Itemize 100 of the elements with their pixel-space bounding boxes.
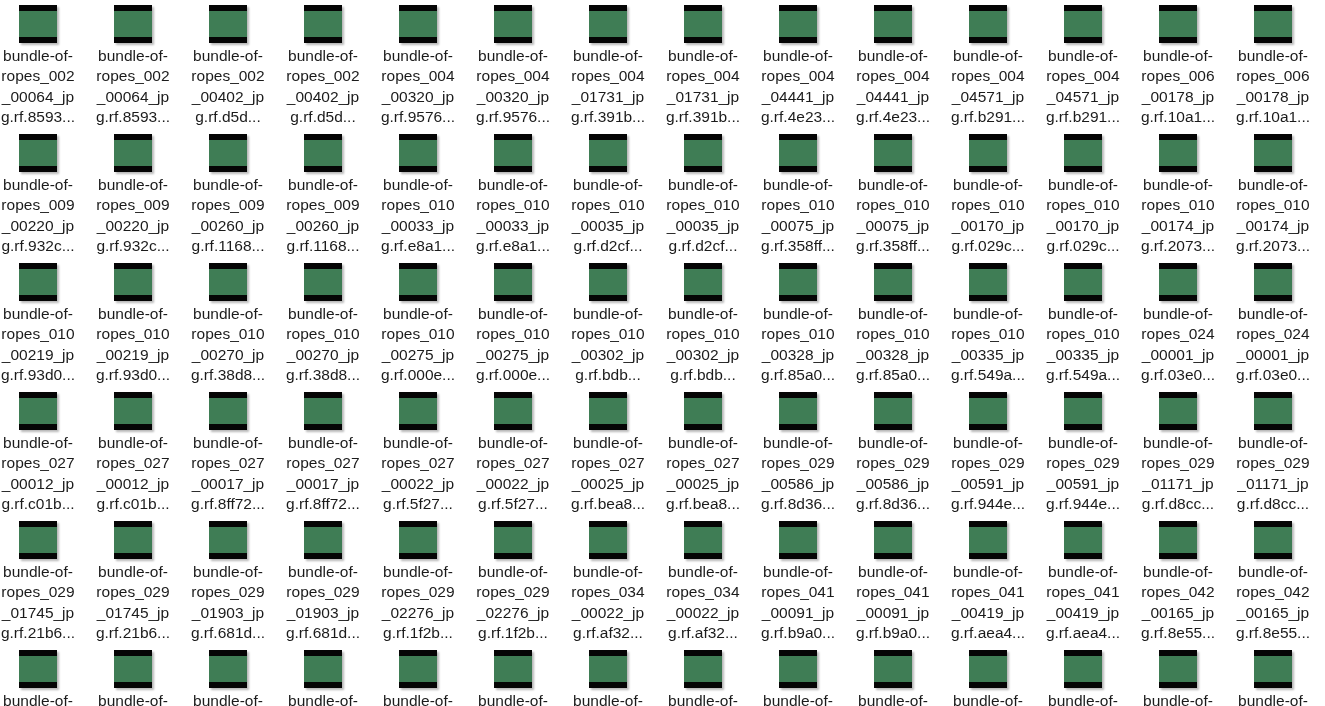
photo-placeholder[interactable]	[779, 392, 817, 430]
photo-placeholder[interactable]	[779, 5, 817, 43]
photo-placeholder[interactable]	[1254, 134, 1292, 172]
photo-placeholder[interactable]	[304, 263, 342, 301]
photo-placeholder[interactable]	[1254, 650, 1292, 688]
photo-placeholder[interactable]	[209, 392, 247, 430]
photo-placeholder[interactable]	[399, 263, 437, 301]
photo-placeholder[interactable]	[114, 650, 152, 688]
photo-placeholder[interactable]	[1064, 5, 1102, 43]
file-name[interactable]: bundle-of- ropes_010 _00275_jp g.rf.000e...	[380, 304, 456, 386]
file-name[interactable]: bundle-of- ropes_002 _00064_jp g.rf.8593...	[0, 46, 76, 128]
file-name[interactable]: bundle-of- ropes_010 _00174_jp g.rf.2073...	[1235, 175, 1311, 257]
file-name[interactable]: bundle-of-	[288, 691, 358, 706]
photo-placeholder[interactable]	[874, 134, 912, 172]
file-name[interactable]: bundle-of- ropes_027 _00025_jp g.rf.bea8...	[570, 433, 646, 515]
photo-placeholder[interactable]	[684, 263, 722, 301]
file-name[interactable]: bundle-of- ropes_004 _01731_jp g.rf.391b...	[665, 46, 741, 128]
file-name[interactable]: bundle-of- ropes_029 _01171_jp g.rf.d8cc...	[1236, 433, 1310, 515]
photo-placeholder[interactable]	[19, 263, 57, 301]
file-name[interactable]: bundle-of- ropes_027 _00017_jp g.rf.8ff72...	[286, 433, 360, 515]
file-name[interactable]: bundle-of- ropes_029 _00591_jp g.rf.944e...	[1045, 433, 1121, 515]
photo-placeholder[interactable]	[874, 392, 912, 430]
file-name[interactable]: bundle-of-	[668, 691, 738, 706]
photo-placeholder[interactable]	[874, 5, 912, 43]
photo-placeholder[interactable]	[589, 5, 627, 43]
photo-placeholder[interactable]	[684, 650, 722, 688]
photo-placeholder[interactable]	[114, 392, 152, 430]
file-name[interactable]: bundle-of- ropes_041 _00419_jp g.rf.aea4...	[1045, 562, 1121, 644]
photo-placeholder[interactable]	[19, 650, 57, 688]
photo-placeholder[interactable]	[494, 650, 532, 688]
file-name[interactable]: bundle-of- ropes_027 _00017_jp g.rf.8ff72...	[191, 433, 265, 515]
file-name[interactable]: bundle-of- ropes_004 _00320_jp g.rf.9576...	[475, 46, 551, 128]
photo-placeholder[interactable]	[494, 134, 532, 172]
file-name[interactable]: bundle-of-	[1048, 691, 1118, 706]
file-name[interactable]: bundle-of- ropes_010 _00075_jp g.rf.358ff...	[761, 175, 835, 257]
file-name[interactable]: bundle-of-	[1238, 691, 1308, 706]
photo-placeholder[interactable]	[779, 521, 817, 559]
photo-placeholder[interactable]	[969, 521, 1007, 559]
photo-placeholder[interactable]	[1254, 392, 1292, 430]
photo-placeholder[interactable]	[1254, 5, 1292, 43]
photo-placeholder[interactable]	[304, 5, 342, 43]
photo-placeholder[interactable]	[1064, 263, 1102, 301]
photo-placeholder[interactable]	[399, 5, 437, 43]
photo-placeholder[interactable]	[304, 392, 342, 430]
file-name[interactable]: bundle-of- ropes_029 _02276_jp g.rf.1f2b...	[476, 562, 550, 644]
file-name[interactable]: bundle-of- ropes_009 _00260_jp g.rf.1168...	[286, 175, 360, 257]
file-name[interactable]: bundle-of- ropes_010 _00170_jp g.rf.029c...	[1046, 175, 1120, 257]
photo-placeholder[interactable]	[399, 521, 437, 559]
file-name[interactable]: bundle-of- ropes_002 _00402_jp g.rf.d5d...	[191, 46, 265, 128]
photo-placeholder[interactable]	[494, 521, 532, 559]
file-name[interactable]: bundle-of-	[763, 691, 833, 706]
file-name[interactable]: bundle-of-	[858, 691, 928, 706]
file-name[interactable]: bundle-of- ropes_010 _00275_jp g.rf.000e...	[475, 304, 551, 386]
file-name[interactable]: bundle-of- ropes_010 _00033_jp g.rf.e8a1...	[475, 175, 551, 257]
file-name[interactable]: bundle-of-	[383, 691, 453, 706]
photo-placeholder[interactable]	[209, 5, 247, 43]
file-name[interactable]: bundle-of- ropes_010 _00335_jp g.rf.549a...	[950, 304, 1026, 386]
file-name[interactable]: bundle-of- ropes_010 _00170_jp g.rf.029c...	[951, 175, 1025, 257]
file-name[interactable]: bundle-of- ropes_009 _00220_jp g.rf.932c...	[1, 175, 75, 257]
photo-placeholder[interactable]	[684, 521, 722, 559]
file-name[interactable]: bundle-of- ropes_029 _01745_jp g.rf.21b6...	[95, 562, 171, 644]
photo-placeholder[interactable]	[779, 263, 817, 301]
photo-placeholder[interactable]	[1159, 263, 1197, 301]
file-name[interactable]: bundle-of- ropes_010 _00328_jp g.rf.85a0...	[760, 304, 836, 386]
file-name[interactable]: bundle-of- ropes_010 _00302_jp g.rf.bdb...	[666, 304, 740, 386]
photo-placeholder[interactable]	[114, 5, 152, 43]
photo-placeholder[interactable]	[874, 650, 912, 688]
photo-placeholder[interactable]	[874, 521, 912, 559]
file-name[interactable]: bundle-of-	[478, 691, 548, 706]
photo-placeholder[interactable]	[494, 5, 532, 43]
photo-placeholder[interactable]	[684, 392, 722, 430]
file-name[interactable]: bundle-of-	[573, 691, 643, 706]
photo-placeholder[interactable]	[589, 263, 627, 301]
file-name[interactable]: bundle-of-	[1143, 691, 1213, 706]
file-name[interactable]: bundle-of-	[98, 691, 168, 706]
file-name[interactable]: bundle-of- ropes_004 _04441_jp g.rf.4e23...	[855, 46, 931, 128]
photo-placeholder[interactable]	[969, 134, 1007, 172]
file-name[interactable]: bundle-of- ropes_010 _00219_jp g.rf.93d0...	[0, 304, 76, 386]
photo-placeholder[interactable]	[399, 392, 437, 430]
file-name[interactable]: bundle-of- ropes_010 _00075_jp g.rf.358ff...	[856, 175, 930, 257]
photo-placeholder[interactable]	[114, 263, 152, 301]
photo-placeholder[interactable]	[589, 392, 627, 430]
photo-placeholder[interactable]	[19, 5, 57, 43]
file-name[interactable]: bundle-of- ropes_010 _00328_jp g.rf.85a0...	[855, 304, 931, 386]
file-name[interactable]: bundle-of- ropes_027 _00022_jp g.rf.5f27...	[476, 433, 550, 515]
photo-placeholder[interactable]	[1064, 134, 1102, 172]
file-name[interactable]: bundle-of-	[193, 691, 263, 706]
file-name[interactable]: bundle-of- ropes_029 _01171_jp g.rf.d8cc...	[1141, 433, 1215, 515]
photo-placeholder[interactable]	[209, 650, 247, 688]
photo-placeholder[interactable]	[1159, 650, 1197, 688]
file-name[interactable]: bundle-of- ropes_029 _00586_jp g.rf.8d36...	[855, 433, 931, 515]
file-name[interactable]: bundle-of- ropes_029 _01745_jp g.rf.21b6...	[0, 562, 76, 644]
photo-placeholder[interactable]	[494, 263, 532, 301]
photo-placeholder[interactable]	[874, 263, 912, 301]
file-name[interactable]: bundle-of- ropes_002 _00402_jp g.rf.d5d...	[286, 46, 360, 128]
file-name[interactable]: bundle-of- ropes_010 _00174_jp g.rf.2073...	[1140, 175, 1216, 257]
file-name[interactable]: bundle-of- ropes_029 _00586_jp g.rf.8d36...	[760, 433, 836, 515]
file-name[interactable]: bundle-of- ropes_004 _04441_jp g.rf.4e23...	[760, 46, 836, 128]
photo-placeholder[interactable]	[684, 5, 722, 43]
photo-placeholder[interactable]	[399, 650, 437, 688]
